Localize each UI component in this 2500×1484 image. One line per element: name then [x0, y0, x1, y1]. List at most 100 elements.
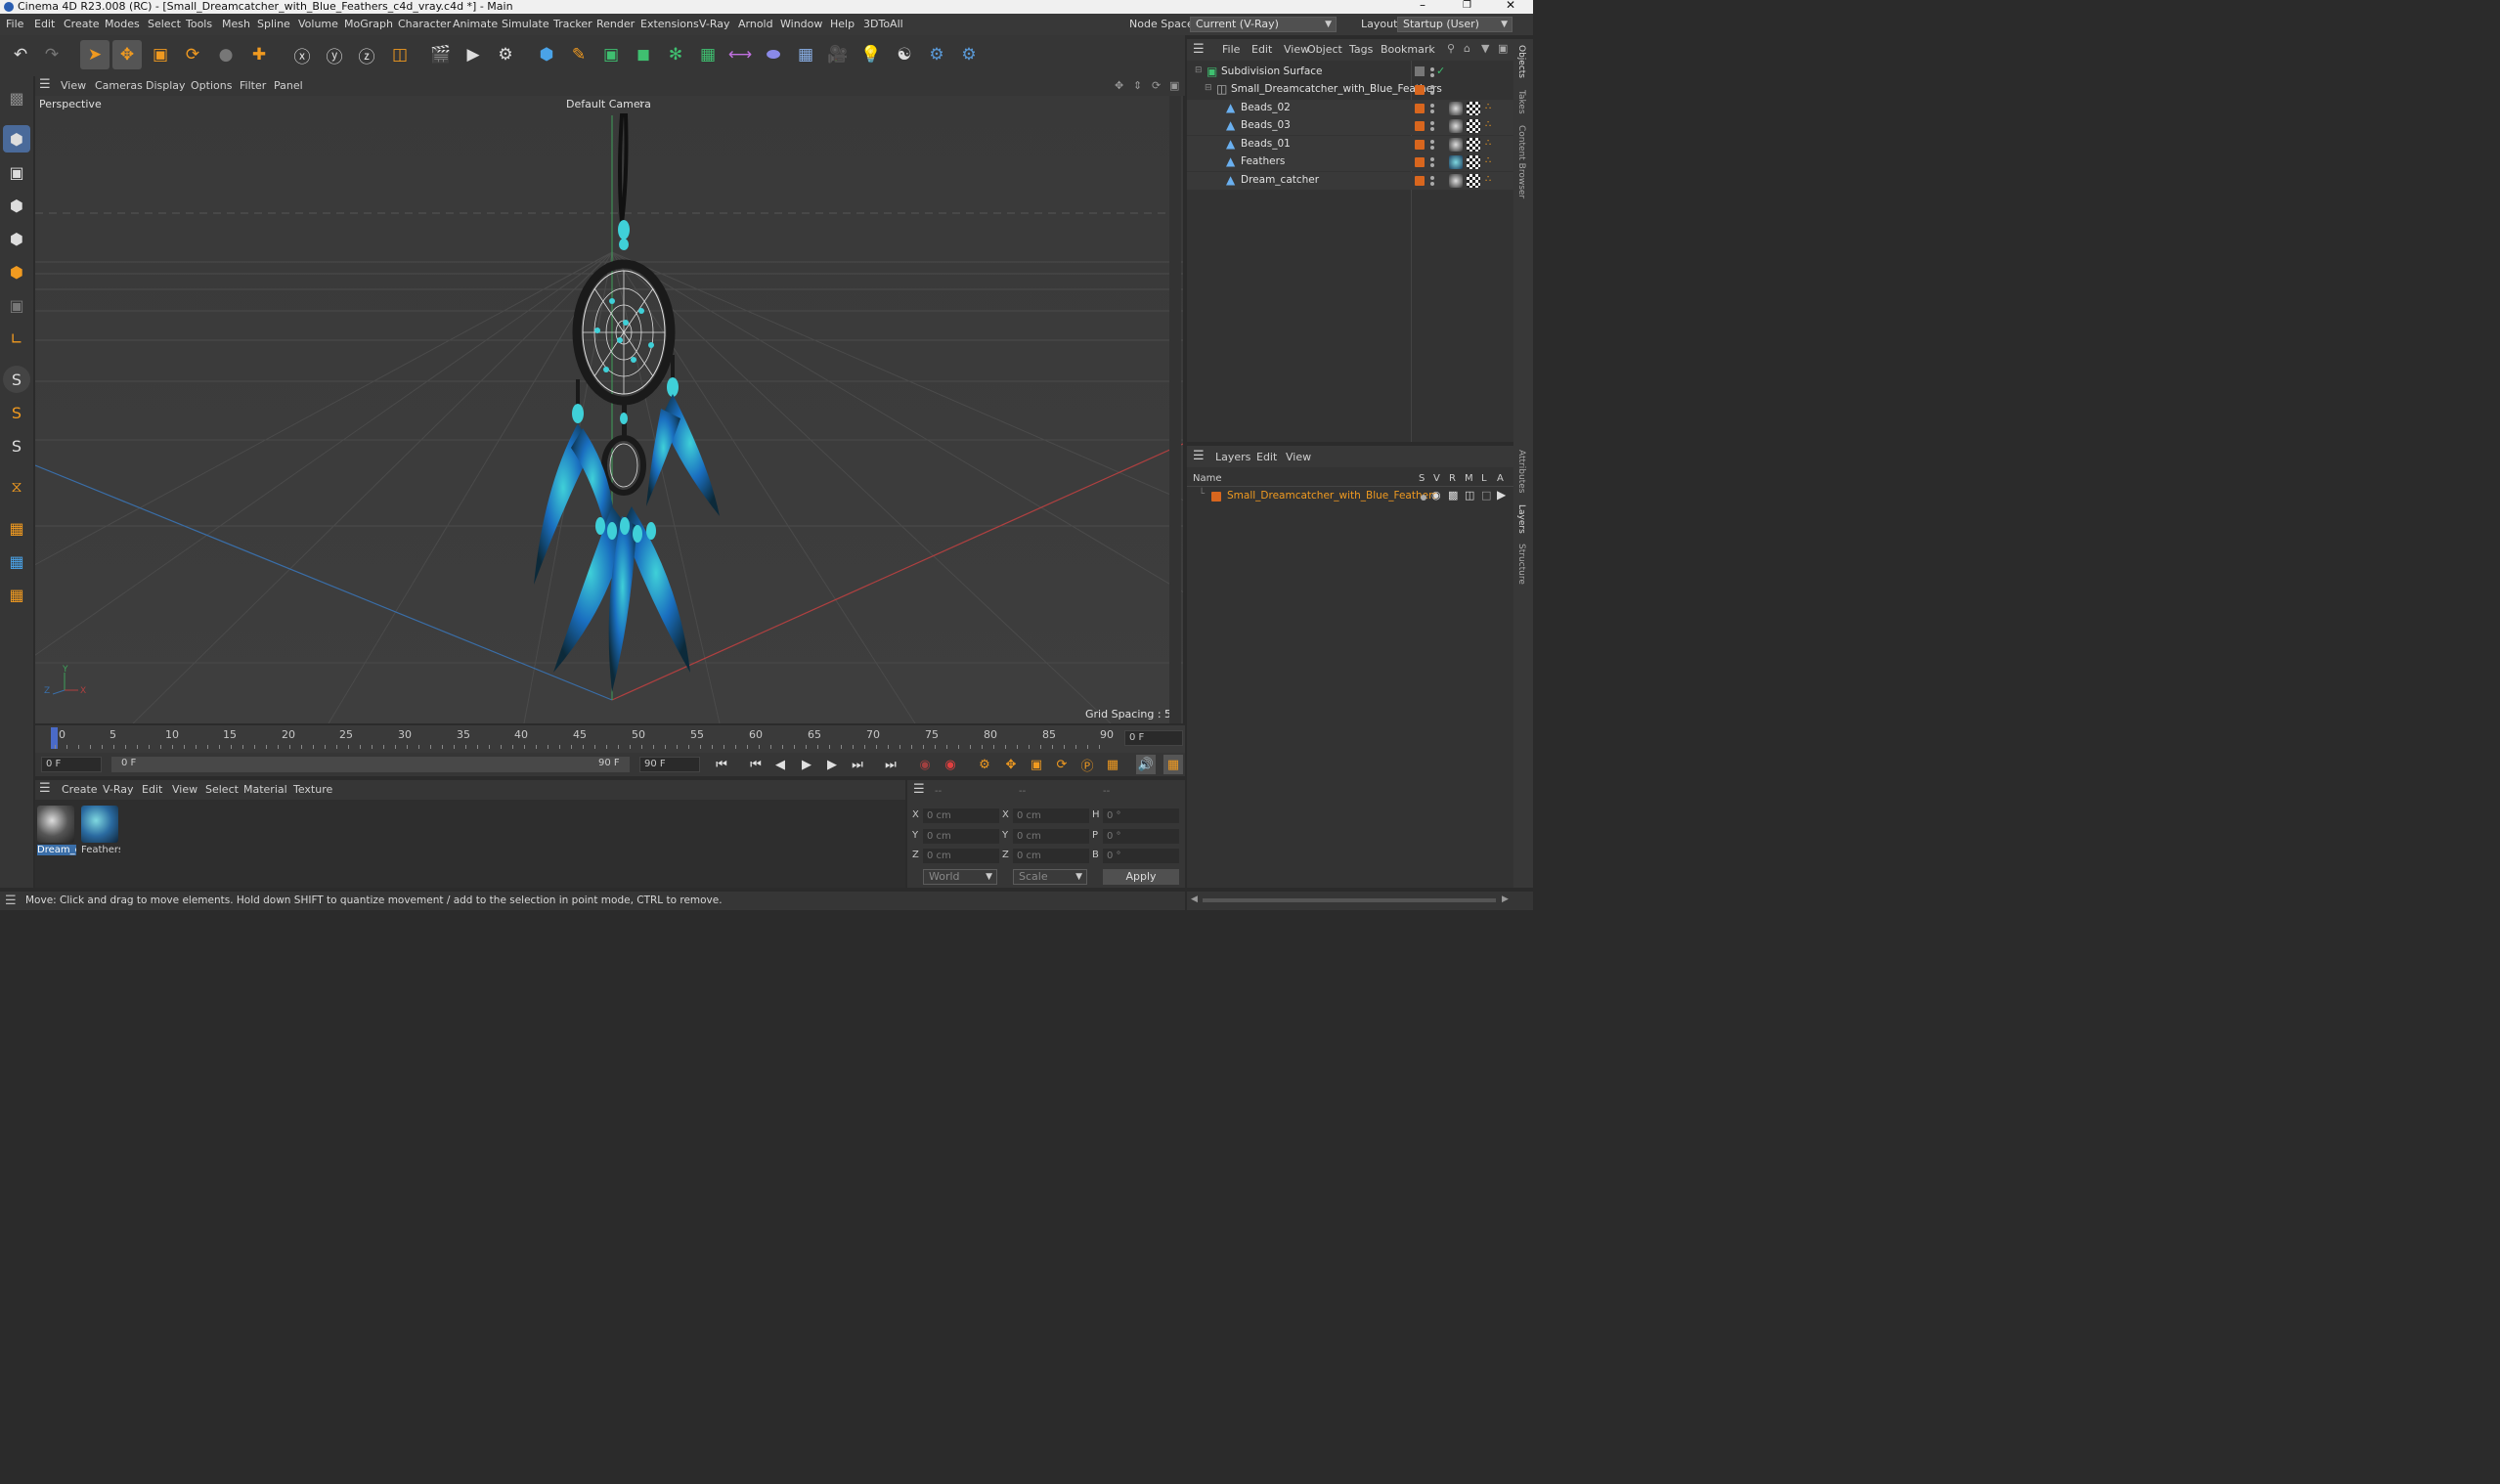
size-y-field[interactable]: 0 cm [1013, 829, 1089, 844]
visibility-dot[interactable] [1430, 104, 1434, 108]
camera-icon[interactable]: 🎥 [823, 40, 853, 69]
uvw-tag-icon[interactable] [1467, 119, 1480, 133]
material-tag-icon[interactable] [1449, 119, 1463, 133]
material-menu-view[interactable]: View [172, 783, 197, 796]
size-z-field[interactable]: 0 cm [1013, 849, 1089, 863]
deformer-icon[interactable]: ⟷ [725, 40, 755, 69]
coordinate-system-icon[interactable]: ◫ [385, 40, 415, 69]
objects-menu-object[interactable]: Object [1307, 43, 1342, 56]
objects-menu-tags[interactable]: Tags [1349, 43, 1373, 56]
menu-mesh[interactable]: Mesh [222, 18, 250, 30]
coordinate-space-dropdown[interactable]: World ▼ [923, 869, 997, 885]
zoom-view-icon[interactable]: ⇕ [1133, 79, 1142, 92]
subdivision-icon[interactable]: ▣ [596, 40, 626, 69]
search-icon[interactable]: ⚲ [1447, 42, 1455, 55]
workplane-icon[interactable]: ▦ [3, 514, 30, 542]
manager-icon[interactable]: ◫ [1465, 489, 1474, 502]
uv-mode-icon[interactable]: ▣ [3, 291, 30, 319]
key-scale-icon[interactable]: ▣ [1027, 755, 1046, 774]
coordinate-mode-dropdown[interactable]: Scale ▼ [1013, 869, 1087, 885]
menu-help[interactable]: Help [830, 18, 855, 30]
object-row[interactable]: ▲ Beads_01 ∴ [1187, 136, 1513, 153]
key-rotation-icon[interactable]: ⟳ [1052, 755, 1072, 774]
hamburger-icon[interactable]: ☰ [5, 894, 17, 908]
previous-frame-icon[interactable]: ◀ [770, 755, 790, 774]
move-tool-icon[interactable]: ✥ [112, 40, 142, 69]
restore-button[interactable]: ❐ [1463, 0, 1471, 11]
visibility-dot[interactable] [1430, 176, 1434, 180]
vray-tag-icon[interactable]: ∴ [1485, 138, 1491, 149]
tab-objects[interactable]: Objects [1516, 45, 1526, 78]
floor-icon[interactable]: ▦ [791, 40, 820, 69]
viewport-menu-filter[interactable]: Filter [240, 79, 266, 92]
uvw-tag-icon[interactable] [1467, 138, 1480, 152]
add-object-icon[interactable]: ✚ [244, 40, 274, 69]
menu-3dtoall[interactable]: 3DToAll [863, 18, 903, 30]
rotate-tool-icon[interactable]: ⟳ [178, 40, 207, 69]
material-tag-icon[interactable] [1449, 174, 1463, 188]
menu-vray[interactable]: V-Ray [699, 18, 730, 30]
tab-attributes[interactable]: Attributes [1516, 450, 1526, 493]
scroll-right-icon[interactable]: ▶ [1502, 895, 1509, 904]
hamburger-icon[interactable]: ☰ [1193, 42, 1205, 57]
snap-icon[interactable]: S [3, 366, 30, 393]
z-axis-icon[interactable]: ⓩ [352, 40, 381, 69]
material-menu-select[interactable]: Select [205, 783, 239, 796]
menu-tracker[interactable]: Tracker [553, 18, 592, 30]
render-dot[interactable] [1430, 182, 1434, 186]
uvw-tag-icon[interactable] [1467, 174, 1480, 188]
layer-row[interactable]: └ Small_Dreamcatcher_with_Blue_Feathers … [1187, 488, 1513, 505]
material-menu-vray[interactable]: V-Ray [103, 783, 134, 796]
menu-simulate[interactable]: Simulate [502, 18, 549, 30]
menu-character[interactable]: Character [398, 18, 451, 30]
collapse-icon[interactable]: ⊟ [1205, 83, 1212, 93]
current-frame-field[interactable]: 0 F [1124, 730, 1183, 746]
cube-icon[interactable]: ⬢ [532, 40, 561, 69]
vray-tag-icon[interactable]: ∴ [1485, 155, 1491, 166]
menu-mograph[interactable]: MoGraph [344, 18, 393, 30]
hamburger-icon[interactable]: ☰ [39, 781, 51, 796]
tab-takes[interactable]: Takes [1516, 90, 1526, 114]
object-row[interactable]: ▲ Feathers ∴ [1187, 153, 1513, 171]
rotate-view-icon[interactable]: ⟳ [1152, 79, 1161, 92]
menu-tools[interactable]: Tools [186, 18, 212, 30]
start-frame-field[interactable]: 0 F [41, 757, 102, 772]
scrollbar-track[interactable] [1203, 898, 1496, 902]
snap-settings-icon[interactable]: S [3, 399, 30, 426]
collapse-icon[interactable]: ⊟ [1195, 65, 1203, 75]
layout-dropdown[interactable]: Startup (User) ▼ [1397, 17, 1513, 32]
material-menu-material[interactable]: Material [243, 783, 287, 796]
undo-icon[interactable]: ↶ [6, 40, 35, 69]
viewport-menu-display[interactable]: Display [146, 79, 186, 92]
object-row[interactable]: ▲ Beads_03 ∴ [1187, 117, 1513, 135]
solo-toggle[interactable] [1421, 495, 1426, 501]
x-axis-icon[interactable]: ⓧ [287, 40, 317, 69]
model-mode-icon[interactable]: ⬢ [3, 125, 30, 153]
render-dot[interactable] [1430, 127, 1434, 131]
scale-tool-icon[interactable]: ▣ [146, 40, 175, 69]
python-script-2-icon[interactable]: ⚙ [954, 40, 984, 69]
menu-arnold[interactable]: Arnold [738, 18, 773, 30]
vray-tag-icon[interactable]: ∴ [1485, 174, 1491, 185]
vray-tag-icon[interactable]: ∴ [1485, 119, 1491, 130]
render-dot[interactable] [1430, 91, 1434, 95]
menu-edit[interactable]: Edit [34, 18, 55, 30]
object-row[interactable]: ⊟ ▣ Subdivision Surface ✓ [1187, 64, 1513, 81]
layers-menu-edit[interactable]: Edit [1256, 451, 1277, 463]
go-to-start-icon[interactable]: ⏮ [712, 755, 731, 774]
vray-icon[interactable]: ☯ [890, 40, 919, 69]
play-icon[interactable]: ▶ [797, 755, 816, 774]
menu-create[interactable]: Create [64, 18, 100, 30]
3d-viewport[interactable]: Perspective Default Camera ∶ Grid Spacin… [35, 96, 1183, 723]
rotation-b-field[interactable]: 0 ° [1103, 849, 1179, 863]
eye-icon[interactable]: ◉ [1431, 489, 1441, 502]
viewport-scrollbar[interactable] [1169, 96, 1181, 723]
layers-menu-layers[interactable]: Layers [1215, 451, 1250, 463]
menu-extensions[interactable]: Extensions [640, 18, 699, 30]
close-button[interactable]: ✕ [1506, 0, 1515, 12]
redo-icon[interactable]: ↷ [37, 40, 66, 69]
scroll-left-icon[interactable]: ◀ [1191, 895, 1198, 904]
position-z-field[interactable]: 0 cm [923, 849, 999, 863]
timeline-ruler[interactable]: 0 5 10 15 20 25 30 35 40 45 50 55 60 65 … [35, 725, 1185, 753]
material-thumb-feathers[interactable] [81, 806, 118, 843]
